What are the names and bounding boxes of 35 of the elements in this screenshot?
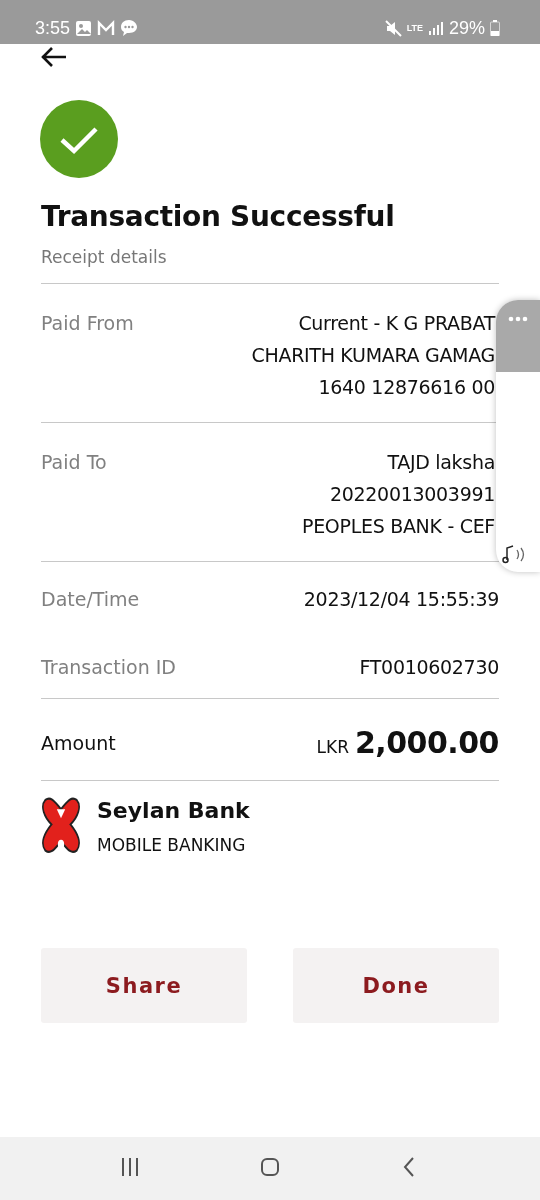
mail-icon bbox=[97, 19, 116, 37]
field-label: Paid From bbox=[41, 312, 134, 334]
field-value: 1640 12876616 00 bbox=[318, 376, 495, 398]
recent-apps-icon bbox=[119, 1156, 141, 1178]
field-label: Date/Time bbox=[41, 588, 140, 610]
bank-logo-icon bbox=[41, 797, 81, 855]
field-label: Transaction ID bbox=[41, 656, 176, 678]
field-value: 20220013003991 bbox=[329, 483, 495, 505]
field-value: TAJD laksha bbox=[387, 451, 495, 473]
subtitle: Receipt details bbox=[41, 247, 168, 267]
music-icon[interactable] bbox=[502, 544, 526, 564]
home-icon bbox=[259, 1156, 281, 1178]
clock: 3:55 bbox=[35, 17, 71, 39]
gallery-icon bbox=[75, 19, 93, 37]
amount-value: 2,000.00 bbox=[354, 725, 499, 760]
page-title: Transaction Successful bbox=[41, 200, 396, 233]
signal-icon bbox=[427, 20, 444, 36]
success-check-icon bbox=[40, 100, 118, 178]
field-label: Paid To bbox=[41, 451, 107, 473]
currency-code: LKR bbox=[316, 737, 349, 757]
action-button[interactable]: Share bbox=[41, 948, 247, 1023]
field-value: 2023/12/04 15:55:39 bbox=[303, 588, 499, 610]
bank-tagline: MOBILE BANKING bbox=[97, 834, 247, 855]
battery-percent: 29% bbox=[448, 17, 485, 39]
field-value: PEOPLES BANK - CEF bbox=[302, 515, 495, 537]
chat-icon bbox=[120, 19, 139, 37]
mute-icon bbox=[384, 19, 402, 37]
network-label: LTE bbox=[406, 23, 423, 33]
field-value: Current - K G PRABAT bbox=[298, 312, 495, 334]
bank-name: Seylan Bank bbox=[97, 797, 250, 823]
amount-label: Amount bbox=[41, 731, 116, 754]
battery-icon bbox=[490, 20, 500, 36]
field-value: CHARITH KUMARA GAMAG bbox=[251, 344, 495, 366]
action-button[interactable]: Done bbox=[293, 948, 499, 1023]
field-value: FT0010602730 bbox=[359, 656, 499, 678]
